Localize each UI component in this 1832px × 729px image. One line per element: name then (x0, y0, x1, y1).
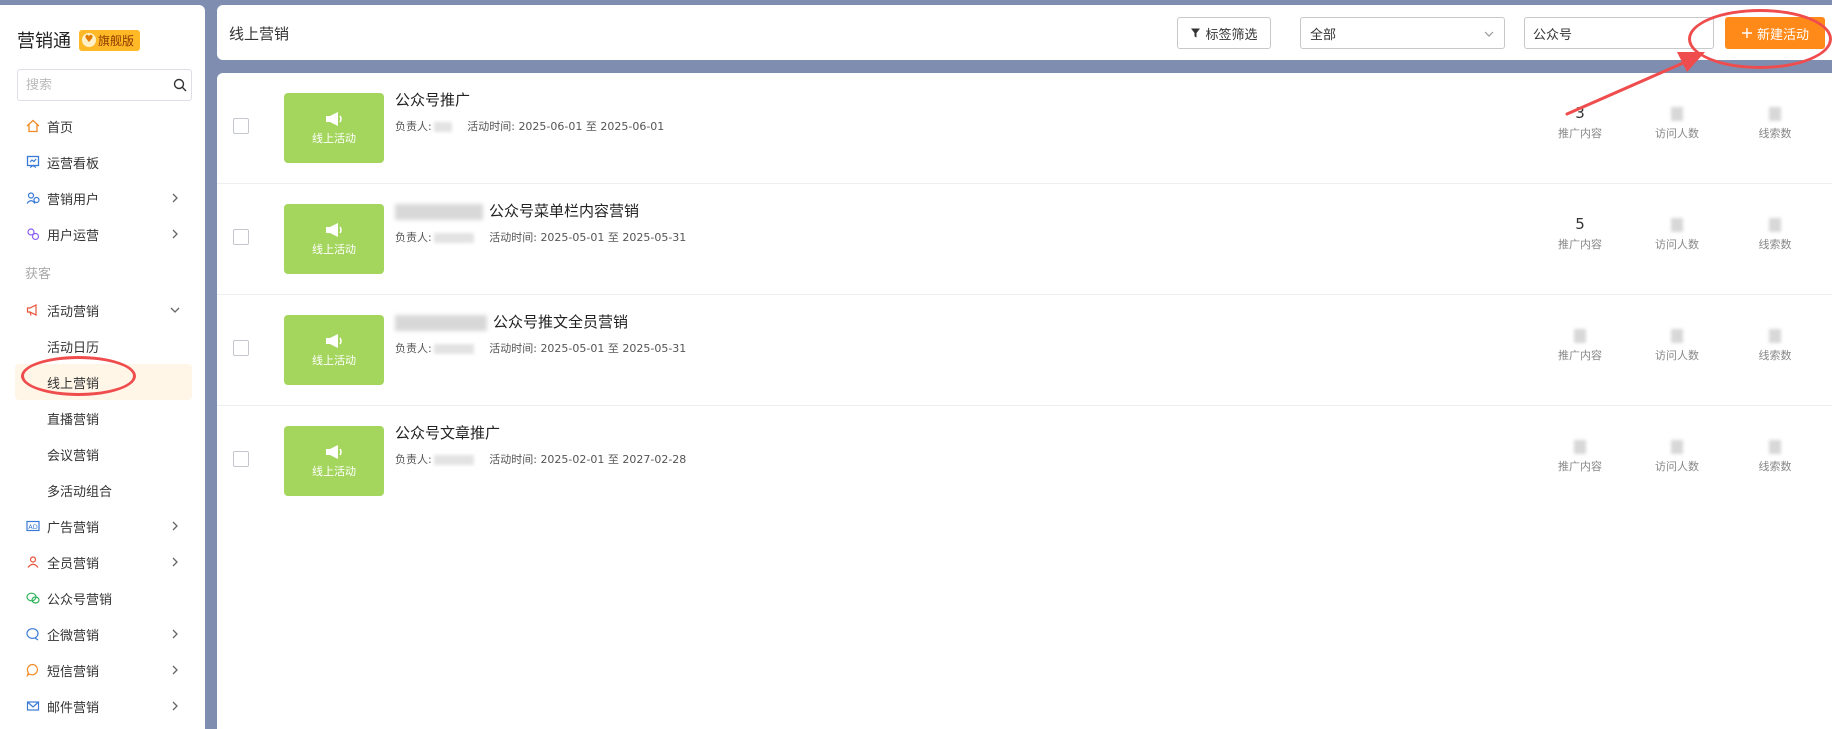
annotation-arrow (1565, 52, 1705, 116)
